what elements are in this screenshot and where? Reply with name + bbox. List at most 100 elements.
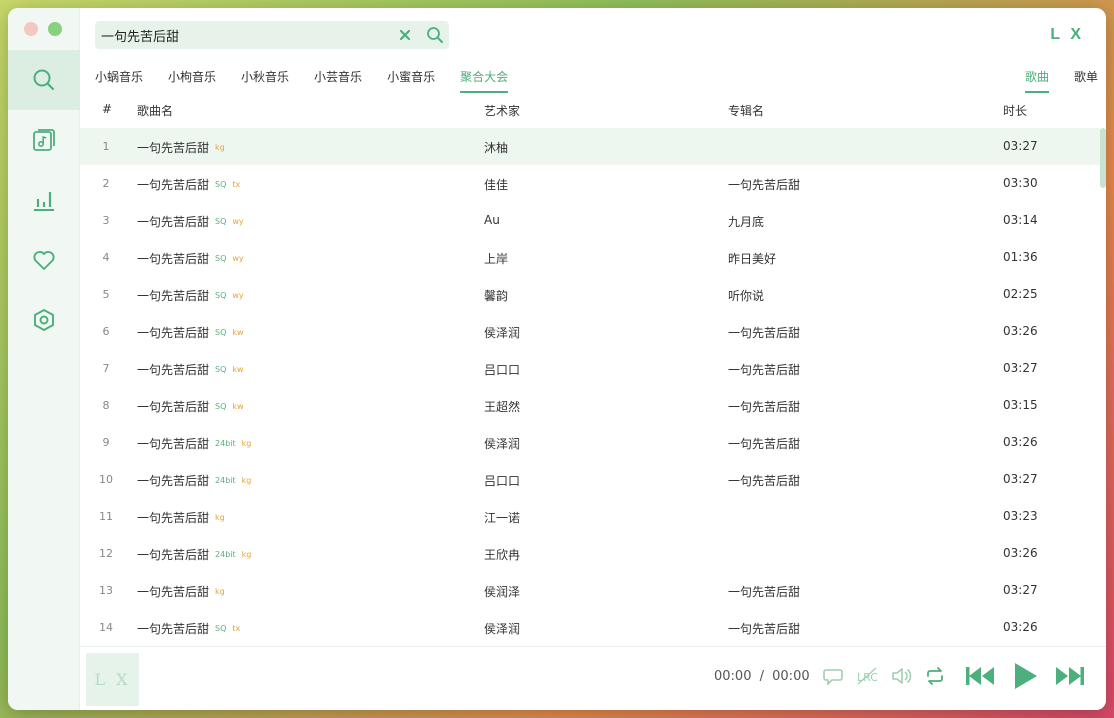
search-icon: [33, 69, 55, 91]
row-number: 12: [99, 547, 113, 560]
type-tabs: 歌曲 歌单: [1024, 68, 1098, 93]
song-name-cell: 一句先苦后甜 SQ tx: [137, 620, 240, 637]
table-row[interactable]: 7 一句先苦后甜 SQ kw 吕口口 一句先苦后甜 03:27: [80, 350, 1100, 387]
previous-track-icon[interactable]: [964, 661, 996, 691]
quality-badge: SQ: [215, 180, 227, 189]
row-number: 7: [102, 362, 110, 375]
play-icon[interactable]: [1010, 659, 1040, 693]
artist-cell: 侯泽润: [484, 437, 521, 451]
table-row[interactable]: 4 一句先苦后甜 SQ wy 上岸 昨日美好 01:36: [80, 239, 1100, 276]
tab-playlists[interactable]: 歌单: [1074, 68, 1098, 93]
repeat-icon[interactable]: [924, 665, 946, 687]
source-badge: tx: [232, 180, 241, 189]
song-title: 一句先苦后甜: [137, 289, 210, 303]
source-tab[interactable]: 小蜗音乐: [95, 68, 143, 93]
artist-cell: 侯润泽: [484, 585, 521, 599]
source-badge: kg: [241, 550, 252, 559]
close-window-button[interactable]: [24, 22, 38, 36]
header-duration: 时长: [1003, 104, 1028, 118]
nav-settings[interactable]: [8, 290, 80, 350]
table-row[interactable]: 11 一句先苦后甜 kg 江一诺 03:23: [80, 498, 1100, 535]
source-tab[interactable]: 小芸音乐: [314, 68, 362, 93]
song-title: 一句先苦后甜: [137, 511, 210, 525]
search-submit-icon[interactable]: [425, 25, 445, 45]
song-name-cell: 一句先苦后甜 SQ kw: [137, 324, 244, 341]
lyric-toggle-icon[interactable]: LRC: [856, 665, 878, 687]
source-tab[interactable]: 小枸音乐: [168, 68, 216, 93]
table-row[interactable]: 14 一句先苦后甜 SQ tx 侯泽润 一句先苦后甜 03:26: [80, 609, 1100, 646]
duration-cell: 03:27: [1003, 472, 1038, 486]
next-track-icon[interactable]: [1054, 661, 1086, 691]
album-cell: 一句先苦后甜: [728, 400, 801, 414]
music-library-icon: [33, 129, 55, 151]
table-row[interactable]: 10 一句先苦后甜 24bit kg 吕口口 一句先苦后甜 03:27: [80, 461, 1100, 498]
artist-cell: 吕口口: [484, 474, 521, 488]
table-row[interactable]: 1 一句先苦后甜 kg 沐柚 03:27: [80, 128, 1100, 165]
artist-cell: 馨韵: [484, 289, 509, 303]
desktop-lyric-icon[interactable]: [822, 665, 844, 687]
quality-badge: SQ: [215, 217, 227, 226]
source-badge: kw: [232, 328, 244, 337]
table-header: # 歌曲名 艺术家 专辑名 时长: [80, 96, 1106, 128]
song-table: 1 一句先苦后甜 kg 沐柚 03:27 2 一句先苦后甜 SQ tx 佳佳 一句先苦后甜 03:30…: [80, 128, 1100, 646]
table-row[interactable]: 9 一句先苦后甜 24bit kg 侯泽润 一句先苦后甜 03:26: [80, 424, 1100, 461]
window-controls: [24, 22, 62, 36]
song-name-cell: 一句先苦后甜 kg: [137, 139, 225, 156]
source-badge: kg: [241, 439, 252, 448]
nav-leaderboard[interactable]: [8, 170, 80, 230]
row-number: 4: [102, 251, 110, 264]
song-title: 一句先苦后甜: [137, 215, 210, 229]
duration-cell: 03:27: [1003, 361, 1038, 375]
tab-songs[interactable]: 歌曲: [1024, 68, 1049, 93]
nav-favorites[interactable]: [8, 230, 80, 290]
row-number: 14: [99, 621, 113, 634]
table-row[interactable]: 8 一句先苦后甜 SQ kw 王超然 一句先苦后甜 03:15: [80, 387, 1100, 424]
app-logo: L X: [1050, 26, 1084, 43]
source-badge: kg: [215, 143, 225, 152]
maximize-window-button[interactable]: [48, 22, 62, 36]
volume-icon[interactable]: [890, 665, 912, 687]
table-row[interactable]: 2 一句先苦后甜 SQ tx 佳佳 一句先苦后甜 03:30: [80, 165, 1100, 202]
table-row[interactable]: 3 一句先苦后甜 SQ wy Au 九月底 03:14: [80, 202, 1100, 239]
source-badge: kg: [215, 587, 225, 596]
source-badge: wy: [232, 217, 244, 226]
table-row[interactable]: 12 一句先苦后甜 24bit kg 王欣冉 03:26: [80, 535, 1100, 572]
quality-badge: SQ: [215, 624, 227, 633]
song-title: 一句先苦后甜: [137, 437, 210, 451]
artist-cell: 王超然: [484, 400, 521, 414]
table-row[interactable]: 13 一句先苦后甜 kg 侯润泽 一句先苦后甜 03:27: [80, 572, 1100, 609]
row-number: 13: [99, 584, 113, 597]
scrollbar-thumb[interactable]: [1100, 128, 1106, 188]
current-time: 00:00: [714, 669, 752, 684]
nav-song-list[interactable]: [8, 110, 80, 170]
row-number: 9: [102, 436, 110, 449]
table-row[interactable]: 6 一句先苦后甜 SQ kw 侯泽润 一句先苦后甜 03:26: [80, 313, 1100, 350]
song-name-cell: 一句先苦后甜 SQ wy: [137, 287, 244, 304]
nav-search[interactable]: [8, 50, 80, 110]
duration-cell: 02:25: [1003, 287, 1038, 301]
quality-badge: 24bit: [215, 476, 236, 485]
search-box: [95, 21, 449, 49]
source-tab-active[interactable]: 聚合大会: [460, 68, 509, 93]
playback-time: 00:00 / 00:00: [714, 669, 810, 684]
song-title: 一句先苦后甜: [137, 585, 210, 599]
artist-cell: 沐柚: [484, 141, 509, 155]
source-tab[interactable]: 小秋音乐: [241, 68, 289, 93]
song-title: 一句先苦后甜: [137, 252, 210, 266]
row-number: 1: [102, 140, 110, 153]
settings-hexagon-icon: [34, 309, 54, 331]
quality-badge: SQ: [215, 291, 227, 300]
album-cell: 一句先苦后甜: [728, 474, 801, 488]
song-name-cell: 一句先苦后甜 24bit kg: [137, 472, 251, 489]
table-row[interactable]: 5 一句先苦后甜 SQ wy 馨韵 听你说 02:25: [80, 276, 1100, 313]
song-name-cell: 一句先苦后甜 SQ wy: [137, 213, 244, 230]
clear-search-icon[interactable]: [397, 27, 413, 43]
source-tab[interactable]: 小蜜音乐: [387, 68, 435, 93]
row-number: 5: [102, 288, 110, 301]
quality-badge: SQ: [215, 402, 227, 411]
search-input[interactable]: [101, 21, 391, 49]
source-badge: wy: [232, 291, 244, 300]
album-cover[interactable]: L X: [86, 653, 139, 706]
song-name-cell: 一句先苦后甜 SQ kw: [137, 398, 244, 415]
quality-badge: 24bit: [215, 550, 236, 559]
